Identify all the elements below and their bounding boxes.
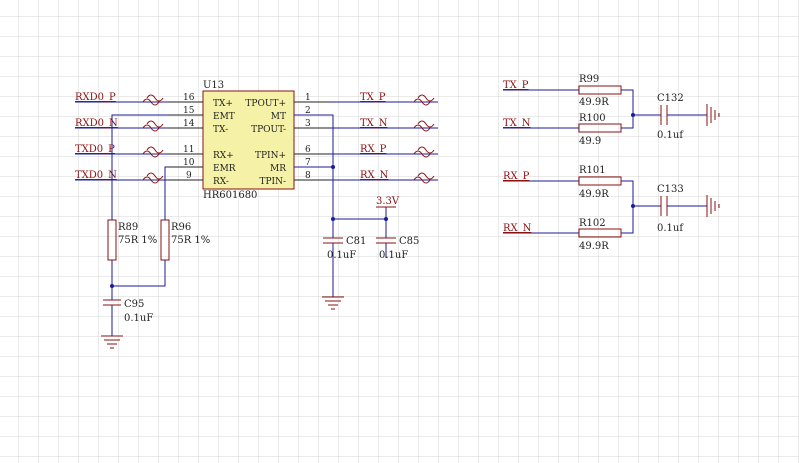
pin-name-16: TX+ xyxy=(213,99,233,109)
pin-name-10: EMR xyxy=(213,164,236,174)
net-label-rx-p-term: RX_P xyxy=(503,171,530,182)
power-label: 3.3V xyxy=(376,196,400,207)
pin-name-7: MR xyxy=(270,164,286,174)
net-label-tx-p-term: TX_P xyxy=(503,80,529,91)
r89-ref: R89 xyxy=(118,222,138,233)
r102-value: 49.9R xyxy=(579,241,609,252)
net-label-rx-p: RX_P xyxy=(360,144,387,155)
r99-value: 49.9R xyxy=(579,97,609,108)
pin-name-14: TX- xyxy=(213,125,228,135)
pin-num-14: 14 xyxy=(183,119,195,129)
r100-ref: R100 xyxy=(579,113,606,124)
pin-num-3: 3 xyxy=(305,119,311,129)
net-label-rx-n: RX_N xyxy=(360,170,389,181)
schematic-sheet: U13 HR601680 TX+ EMT TX- RX+ EMR RX- TPO… xyxy=(0,0,799,463)
pin-name-2: MT xyxy=(271,112,286,122)
pin-name-9: RX- xyxy=(213,177,229,187)
junction-dot xyxy=(110,284,114,288)
pin-num-9: 9 xyxy=(186,171,192,181)
c133-ref: C133 xyxy=(657,184,684,195)
power-port-3v3: 3.3V xyxy=(376,196,400,208)
r100-value: 49.9 xyxy=(579,136,601,147)
pin-name-15: EMT xyxy=(213,112,235,122)
c132-value: 0.1uf xyxy=(657,130,684,141)
c133-value: 0.1uf xyxy=(657,223,684,234)
pin-num-8: 8 xyxy=(305,171,311,181)
net-label-tx-p: TX_P xyxy=(360,92,386,103)
c81-ref: C81 xyxy=(346,236,366,247)
r89-value: 75R 1% xyxy=(118,235,157,246)
net-label-tx-n: TX_N xyxy=(360,118,388,129)
net-label-tx-n-term: TX_N xyxy=(503,118,531,129)
pin-name-1: TPOUT+ xyxy=(245,99,286,109)
c85-ref: C85 xyxy=(399,236,419,247)
pin-num-16: 16 xyxy=(183,93,195,103)
r102-ref: R102 xyxy=(579,218,606,229)
net-label-txd0-n: TXD0_N xyxy=(75,170,117,181)
pin-name-3: TPOUT- xyxy=(251,125,286,135)
c132-ref: C132 xyxy=(657,93,684,104)
r101-value: 49.9R xyxy=(579,189,609,200)
pin-num-15: 15 xyxy=(183,106,195,116)
pin-num-6: 6 xyxy=(305,145,311,155)
net-label-rxd0-p: RXD0_P xyxy=(75,92,116,103)
pin-num-11: 11 xyxy=(183,145,194,155)
c81-value: 0.1uF xyxy=(327,250,356,261)
c95-ref: C95 xyxy=(124,299,144,310)
pin-name-6: TPIN+ xyxy=(255,151,286,161)
net-label-rx-n-term: RX_N xyxy=(503,223,532,234)
c85-value: 0.1uF xyxy=(379,250,408,261)
r101-ref: R101 xyxy=(579,165,606,176)
r96-ref: R96 xyxy=(171,222,191,233)
pin-num-10: 10 xyxy=(183,158,195,168)
junction-dot xyxy=(331,217,335,221)
r99-ref: R99 xyxy=(579,74,599,85)
junction-dot xyxy=(331,165,335,169)
net-label-txd0-p: TXD0_P xyxy=(75,144,115,155)
pin-name-8: TPIN- xyxy=(259,177,286,187)
ic-ref: U13 xyxy=(203,80,224,91)
r96-value: 75R 1% xyxy=(171,235,210,246)
junction-dot xyxy=(631,204,635,208)
pin-name-11: RX+ xyxy=(213,151,234,161)
junction-dot xyxy=(631,113,635,117)
ic-part: HR601680 xyxy=(203,190,257,201)
c95-value: 0.1uF xyxy=(124,313,153,324)
pin-num-1: 1 xyxy=(305,93,311,103)
